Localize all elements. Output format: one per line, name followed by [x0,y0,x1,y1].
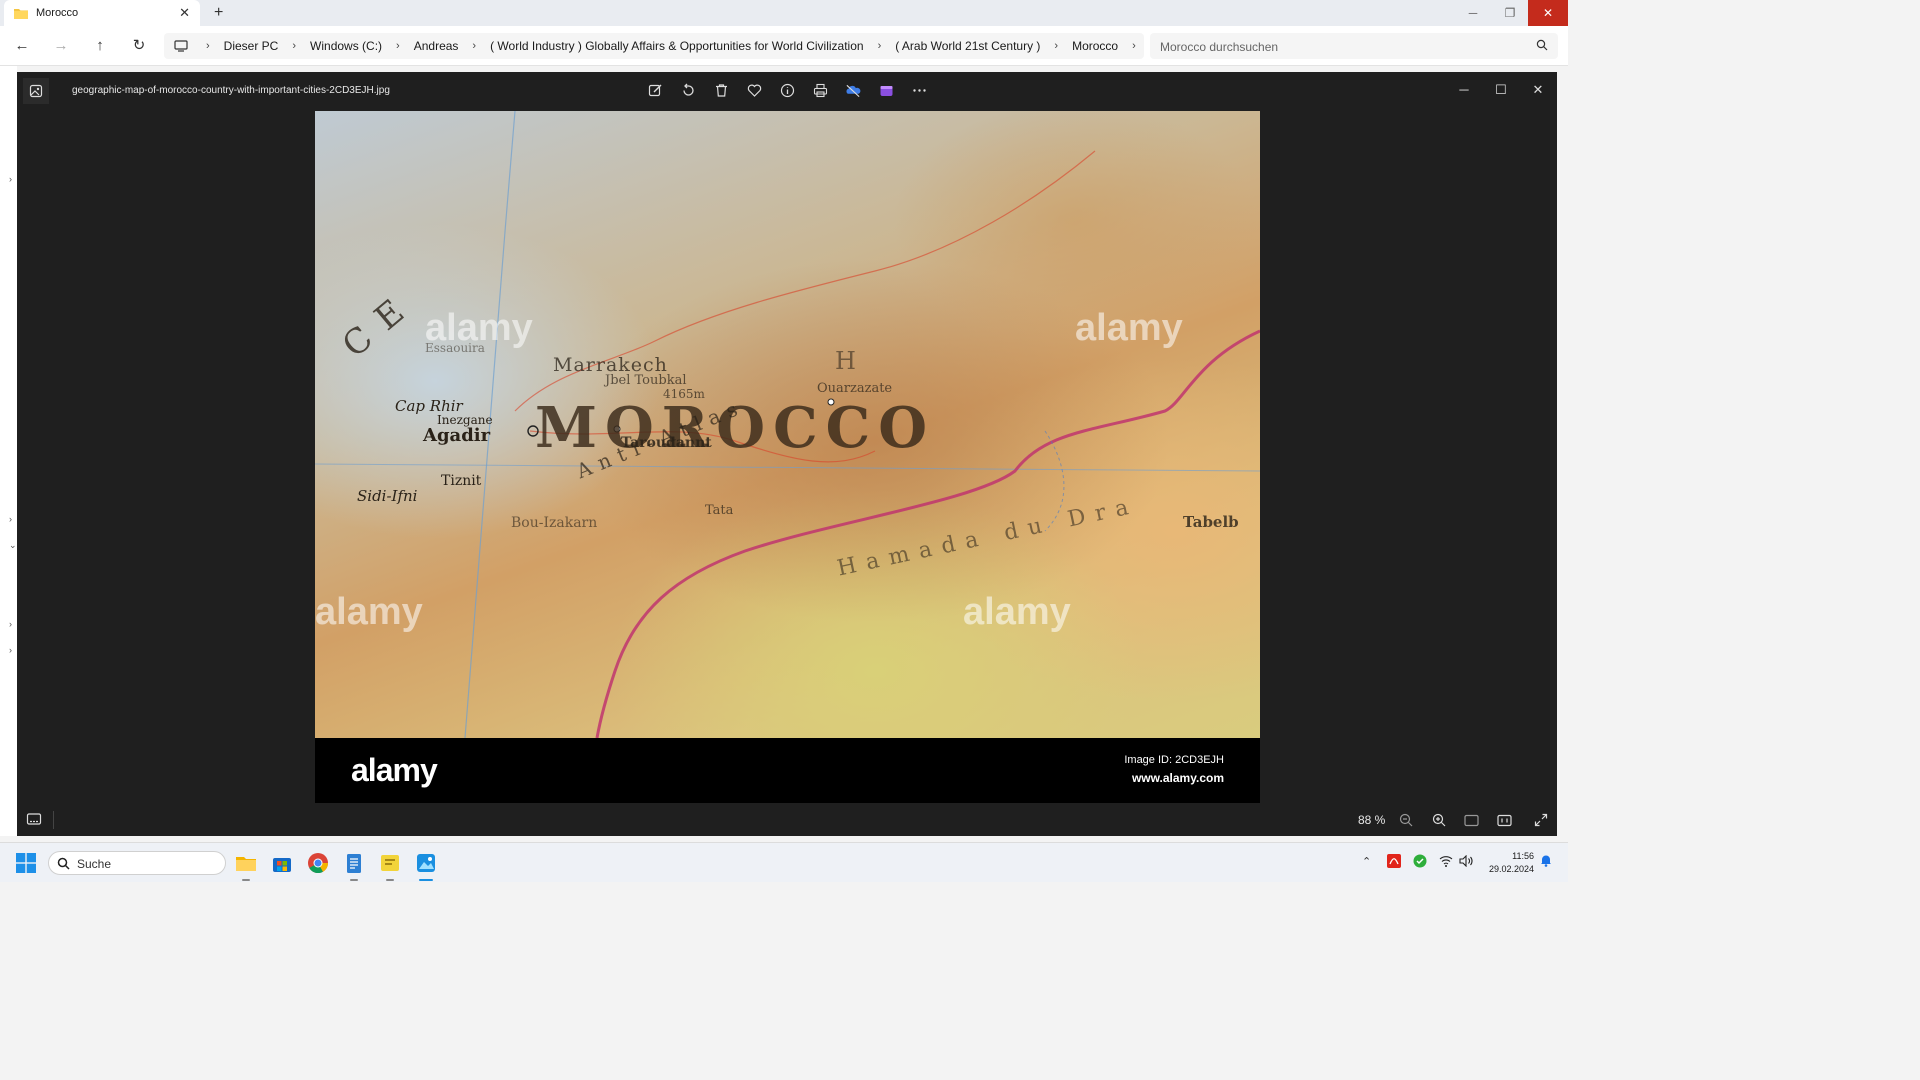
breadcrumb-item[interactable]: Andreas [414,39,459,53]
tab-title: Morocco [36,7,79,19]
back-icon[interactable]: ← [14,38,30,54]
microsoft-store-icon[interactable] [270,851,294,875]
volume-icon[interactable] [1459,855,1473,867]
photos-icon[interactable] [414,851,438,881]
stock-logo: alamy [351,752,438,788]
acrobat-tray-icon[interactable] [1387,854,1401,868]
folder-icon [14,7,28,19]
notification-bell-icon[interactable] [1540,854,1552,867]
refresh-icon[interactable]: ↻ [131,38,147,54]
watermark: alamy [963,591,1071,633]
map-label-tiznit: Tiznit [441,473,482,489]
filmstrip-icon[interactable] [26,812,42,826]
stock-url: www.alamy.com [1131,771,1224,785]
search-input[interactable]: Morocco durchsuchen [1150,33,1558,59]
favorite-icon[interactable] [746,82,762,98]
actual-size-icon[interactable] [1496,812,1512,828]
map-label-agadir: Agadir [423,425,491,446]
viewer-minimize-button[interactable]: ─ [1453,79,1475,101]
file-explorer-icon[interactable] [234,851,258,881]
search-icon [1536,39,1548,51]
viewer-maximize-button[interactable]: ☐ [1490,79,1512,101]
watermark: alamy [1075,307,1183,349]
search-icon [57,857,70,870]
watermark: alamy [315,591,423,633]
rotate-icon[interactable] [680,82,696,98]
map-image: MOROCCO Marrakech Jbel Toubkal 4165m Oua… [315,111,1260,738]
up-icon[interactable]: ↑ [92,38,108,54]
displayed-photo[interactable]: MOROCCO Marrakech Jbel Toubkal 4165m Oua… [315,111,1260,803]
viewer-toolbar [647,82,927,98]
chrome-icon[interactable] [306,851,330,875]
stock-image-id: Image ID: 2CD3EJH [1124,754,1224,766]
fit-to-window-icon[interactable] [1463,812,1479,828]
taskbar-search-input[interactable]: Suche [48,851,226,875]
breadcrumb-item[interactable]: ( World Industry ) Globally Affairs & Op… [490,39,863,53]
chevron-right-icon[interactable]: › [9,619,12,629]
chevron-right-icon[interactable]: › [9,174,12,184]
map-label-elevation: 4165m [663,387,705,401]
windows-start-icon[interactable] [16,853,36,873]
breadcrumb-item[interactable]: Morocco [1072,39,1118,53]
viewer-close-button[interactable]: ✕ [1527,79,1549,101]
map-label-ouarzazate: Ouarzazate [817,381,893,396]
zoom-out-icon[interactable] [1398,812,1414,828]
chevron-right-icon[interactable]: › [9,514,12,524]
zoom-in-icon[interactable] [1431,812,1447,828]
edit-icon[interactable] [647,82,663,98]
viewer-filename: geographic-map-of-morocco-country-with-i… [72,85,390,96]
navigation-pane: › › ⌄ › › [0,66,17,836]
forward-icon[interactable]: → [53,38,69,54]
map-label-tabelb: Tabelb [1183,513,1239,531]
map-label-haut-atlas: H [835,347,856,375]
viewer-status-bar: 88 % [17,803,1557,836]
breadcrumb-item[interactable]: Windows (C:) [310,39,382,53]
photos-viewer-window: geographic-map-of-morocco-country-with-i… [17,72,1557,836]
taskbar-search-label: Suche [77,857,112,871]
map-label-tata: Tata [705,503,734,518]
show-hidden-icons-icon[interactable]: ⌃ [1362,855,1371,868]
close-tab-icon[interactable]: ✕ [179,6,190,19]
sticky-notes-icon[interactable] [378,851,402,881]
chevron-right-icon[interactable]: › [9,645,12,655]
zoom-level: 88 % [1358,813,1386,827]
clock-date: 29.02.2024 [1488,864,1534,874]
stock-photo-footer: alamy Image ID: 2CD3EJH www.alamy.com [315,738,1260,803]
map-label-sidi-ifni: Sidi-Ifni [357,487,418,505]
search-placeholder: Morocco durchsuchen [1160,40,1279,54]
photos-app-icon [23,78,49,104]
clock-time: 11:56 [1512,851,1534,861]
address-bar: ← → ↑ ↻ › Dieser PC › Windows (C:) › Andrea… [0,26,1568,66]
breadcrumb[interactable]: › Dieser PC › Windows (C:) › Andreas ›( Wor… [164,33,1144,59]
minimize-button[interactable]: ─ [1454,0,1492,26]
viewer-title-bar: geographic-map-of-morocco-country-with-i… [17,72,1557,110]
delete-icon[interactable] [713,82,729,98]
breadcrumb-item[interactable]: ( Arab World 21st Century ) [895,39,1040,53]
taskbar: Suche ⌃ 11:56 29.02.2024 [0,842,1568,882]
close-window-button[interactable]: ✕ [1528,0,1568,26]
tab-morocco[interactable]: Morocco ✕ [4,0,200,26]
print-icon[interactable] [812,82,828,98]
map-label-bou-izakarn: Bou-Izakarn [511,515,598,531]
chevron-down-icon[interactable]: ⌄ [9,540,17,551]
onedrive-icon[interactable] [845,82,861,98]
explorer-tab-strip: Morocco ✕ + ─ ❐ ✕ [0,0,1568,26]
info-icon[interactable] [779,82,795,98]
maximize-button[interactable]: ❐ [1491,0,1529,26]
security-tray-icon[interactable] [1413,854,1427,868]
watermark: alamy [425,307,533,349]
wifi-icon[interactable] [1439,855,1453,867]
taskbar-clock[interactable]: 11:56 29.02.2024 [1478,850,1534,876]
breadcrumb-item[interactable]: Dieser PC [224,39,279,53]
more-icon[interactable] [911,82,927,98]
new-tab-button[interactable]: + [214,4,223,22]
clipchamp-icon[interactable] [878,82,894,98]
computer-icon [174,40,188,52]
notepad-icon[interactable] [342,851,366,881]
map-label-jbel-toubkal: Jbel Toubkal [605,373,687,388]
fullscreen-icon[interactable] [1533,812,1549,828]
divider [53,811,54,829]
